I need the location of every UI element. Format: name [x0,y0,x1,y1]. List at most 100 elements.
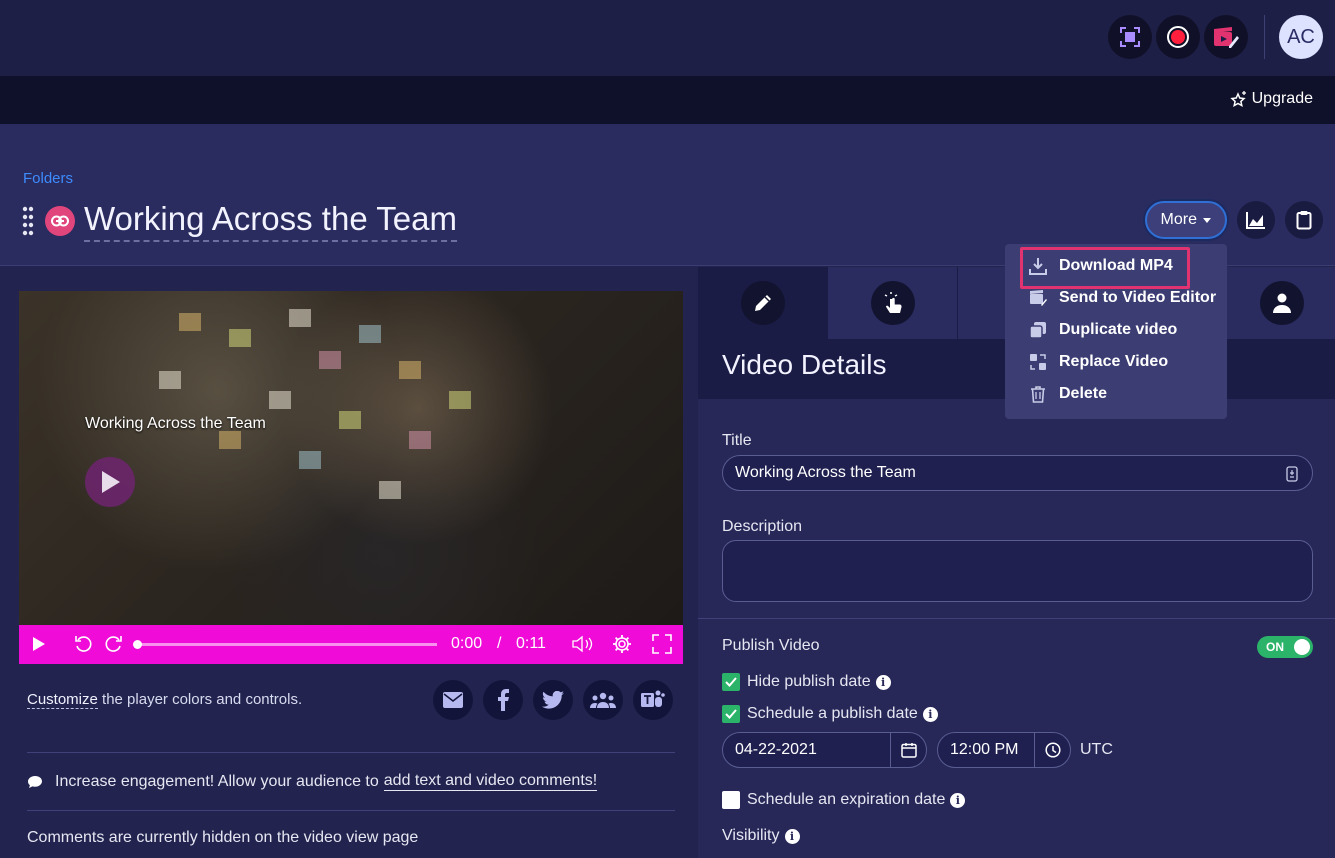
fullscreen-icon[interactable] [652,634,672,654]
menu-item-duplicate-video[interactable]: Duplicate video [1005,314,1227,346]
progress-track[interactable] [137,643,437,646]
description-label: Description [722,518,803,535]
publish-date-value: 04-22-2021 [735,741,817,758]
expiration-row: Schedule an expiration date i [722,791,966,809]
page-title[interactable]: Working Across the Team [84,200,457,242]
checkmark-icon [725,709,737,719]
top-bar: AC [0,0,1335,76]
link-icon[interactable] [45,206,75,236]
menu-item-send-to-video-editor[interactable]: Send to Video Editor [1005,282,1227,314]
video-editor-button[interactable] [1204,15,1248,59]
clock-button[interactable] [1034,733,1070,767]
publish-time-input[interactable]: 12:00 PM [937,732,1071,768]
download-icon [1029,258,1047,275]
facebook-icon [498,689,509,711]
play-overlay-button[interactable] [85,457,135,507]
email-icon [443,692,463,708]
drag-handle-icon[interactable] [22,206,34,241]
expiration-checkbox[interactable] [722,791,740,809]
rewind-icon[interactable] [74,634,94,654]
progress-handle[interactable] [133,640,142,649]
record-button[interactable] [1156,15,1200,59]
breadcrumb-folders[interactable]: Folders [23,170,73,187]
share-facebook-button[interactable] [483,680,523,720]
more-label: More [1160,211,1197,228]
title-label: Title [722,432,752,449]
comments-hidden-text: Comments are currently hidden on the vid… [27,829,419,846]
analytics-button[interactable] [1237,201,1275,239]
menu-item-replace-video[interactable]: Replace Video [1005,346,1227,378]
player-controls: 0:00 / 0:11 [19,625,683,664]
tab-interactivity[interactable] [828,267,957,339]
trash-icon [1031,386,1045,403]
play-icon [102,471,120,493]
twitter-icon [542,691,564,709]
info-icon[interactable]: i [784,828,800,844]
screenshot-button[interactable] [1108,15,1152,59]
tab-icon-wrap [1260,281,1304,325]
sparkle-star-icon [1229,91,1246,108]
customize-row: Customize the player colors and controls… [27,691,302,709]
schedule-publish-row: Schedule a publish date i [722,705,938,723]
tab-people[interactable] [1237,267,1327,339]
person-icon [1273,293,1291,313]
clipboard-button[interactable] [1285,201,1323,239]
menu-item-label: Download MP4 [1059,257,1173,274]
share-twitter-button[interactable] [533,680,573,720]
gear-icon[interactable] [612,634,632,654]
calendar-button[interactable] [890,733,926,767]
schedule-publish-checkbox[interactable] [722,705,740,723]
clipboard-icon [1296,211,1312,230]
header-actions: More [1144,201,1323,239]
upgrade-link[interactable]: Upgrade [1229,90,1313,108]
record-icon [1167,26,1189,48]
publish-date-input[interactable]: 04-22-2021 [722,732,927,768]
menu-item-label: Duplicate video [1059,321,1178,338]
share-team-button[interactable] [583,680,623,720]
panel-divider [698,618,1335,619]
menu-item-delete[interactable]: Delete [1005,378,1227,410]
volume-icon[interactable] [572,635,594,653]
publish-toggle[interactable]: ON [1257,636,1313,658]
character-count-icon [1286,466,1298,482]
video-player[interactable]: Working Across the Team [19,291,683,625]
hide-publish-label: Hide publish date [747,673,871,690]
toggle-knob [1294,639,1310,655]
info-icon[interactable]: i [950,792,966,808]
tab-icon-wrap [870,281,915,325]
share-email-button[interactable] [433,680,473,720]
more-button[interactable]: More [1144,201,1227,239]
duration: 0:11 [516,635,546,652]
video-overlay-title: Working Across the Team [85,415,266,432]
upgrade-label: Upgrade [1251,90,1313,107]
divider [27,810,675,811]
screenshot-icon [1120,27,1140,47]
tab-icon-wrap [740,281,785,325]
caret-down-icon [1203,217,1211,223]
comment-icon [28,775,42,788]
play-icon[interactable] [32,636,46,652]
add-comments-link[interactable]: add text and video comments! [383,772,598,791]
avatar[interactable]: AC [1279,15,1323,59]
customize-link[interactable]: Customize [27,691,98,709]
top-divider [1264,15,1265,59]
title-input[interactable]: Working Across the Team [722,455,1313,491]
area-chart-icon [1246,212,1265,229]
menu-item-download-mp4[interactable]: Download MP4 [1005,247,1227,289]
hide-publish-row: Hide publish date i [722,673,891,691]
description-input[interactable] [722,540,1313,602]
top-actions: AC [1104,15,1323,59]
share-teams-button[interactable] [633,680,673,720]
tab-details[interactable] [698,267,827,339]
interactive-icon [884,292,902,313]
divider [27,752,675,753]
info-icon[interactable]: i [922,706,938,722]
more-menu: Download MP4 Send to Video Editor Duplic… [1005,244,1227,419]
current-time: 0:00 [451,635,483,652]
info-icon[interactable]: i [875,674,891,690]
forward-icon[interactable] [103,634,123,654]
hide-publish-checkbox[interactable] [722,673,740,691]
duplicate-icon [1029,322,1046,339]
engagement-row: Increase engagement! Allow your audience… [27,772,598,791]
toggle-label: ON [1266,640,1284,654]
